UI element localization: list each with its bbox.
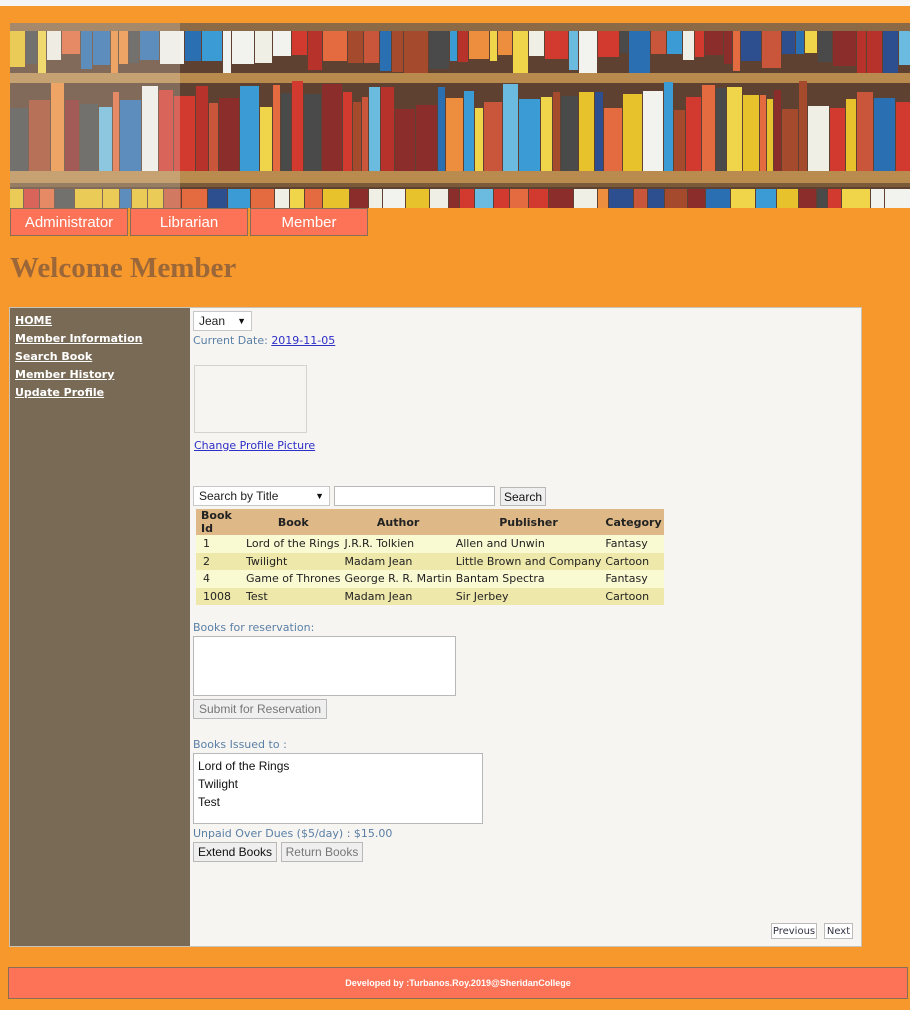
table-row[interactable]: 2 Twilight Madam Jean Little Brown and C… [196,552,664,570]
issued-books-listbox[interactable]: Lord of the Rings Twilight Test [193,753,483,824]
cell-publisher: Allen and Unwin [453,535,604,553]
issued-label: Books Issued to : [193,738,287,751]
current-date-value[interactable]: 2019-11-05 [271,334,335,347]
cell-publisher: Bantam Spectra [453,570,604,588]
tab-librarian[interactable]: Librarian [130,208,248,236]
unpaid-dues-amount: $15.00 [353,827,393,840]
profile-picture [194,365,307,433]
sidebar-item-home[interactable]: HOME [15,314,190,328]
list-item[interactable]: Test [198,793,478,811]
cell-publisher: Little Brown and Company [453,552,604,570]
next-button[interactable]: Next [824,923,853,939]
extend-books-button[interactable]: Extend Books [193,842,277,862]
main-panel: HOME Member Information Search Book Memb… [9,307,862,947]
cell-author: Madam Jean [342,552,454,570]
unpaid-dues-label: Unpaid Over Dues ($5/day) : [193,827,351,840]
table-row[interactable]: 4 Game of Thrones George R. R. Martin Ba… [196,570,664,588]
table-row[interactable]: 1 Lord of the Rings J.R.R. Tolkien Allen… [196,535,664,553]
search-mode-select[interactable]: Search by Title ▼ [193,486,330,506]
cell-category: Cartoon [603,587,664,605]
books-table-wrapper: Book Id Book Author Publisher Category 1… [196,509,664,605]
return-books-button[interactable]: Return Books [281,842,363,862]
tab-member[interactable]: Member [250,208,368,236]
unpaid-dues: Unpaid Over Dues ($5/day) : $15.00 [193,827,392,840]
cell-category: Cartoon [603,552,664,570]
content-area: Jean ▼ Current Date: 2019-11-05 Change P… [193,308,858,946]
search-mode-value: Search by Title [199,489,279,503]
cell-category: Fantasy [603,570,664,588]
table-header-row: Book Id Book Author Publisher Category [196,509,664,535]
search-input[interactable] [334,486,495,506]
reservation-listbox[interactable] [193,636,456,696]
column-header-publisher: Publisher [453,509,604,535]
sidebar-item-member-history[interactable]: Member History [15,368,190,382]
dropdown-arrow-icon: ▼ [237,316,246,326]
current-date: Current Date: 2019-11-05 [193,334,335,347]
column-header-book: Book [244,509,343,535]
role-tabs: Administrator Librarian Member [10,208,370,236]
cell-book: Game of Thrones [244,570,343,588]
tab-administrator[interactable]: Administrator [10,208,128,236]
cell-author: Madam Jean [342,587,454,605]
cell-book-id: 2 [196,552,244,570]
submit-reservation-button[interactable]: Submit for Reservation [193,699,327,719]
cell-author: J.R.R. Tolkien [342,535,454,553]
books-table: Book Id Book Author Publisher Category 1… [196,509,664,605]
dropdown-arrow-icon: ▼ [315,491,324,501]
cell-book-id: 4 [196,570,244,588]
member-select[interactable]: Jean ▼ [193,311,252,331]
page-title: Welcome Member [10,252,237,284]
cell-book-id: 1 [196,535,244,553]
cell-book: Lord of the Rings [244,535,343,553]
footer: Developed by :Turbanos.Roy.2019@Sheridan… [8,967,908,999]
table-row[interactable]: 1008 Test Madam Jean Sir Jerbey Cartoon [196,587,664,605]
current-date-label: Current Date: [193,334,268,347]
cell-author: George R. R. Martin [342,570,454,588]
cell-book: Twilight [244,552,343,570]
reservation-label: Books for reservation: [193,621,315,634]
sidebar-item-member-information[interactable]: Member Information [15,332,190,346]
sidebar-item-update-profile[interactable]: Update Profile [15,386,190,400]
sidebar-item-search-book[interactable]: Search Book [15,350,190,364]
page: Administrator Librarian Member Welcome M… [0,6,910,1010]
column-header-category: Category [603,509,664,535]
list-item[interactable]: Lord of the Rings [198,757,478,775]
cell-book-id: 1008 [196,587,244,605]
library-bookshelf-banner [10,23,910,208]
cell-publisher: Sir Jerbey [453,587,604,605]
list-item[interactable]: Twilight [198,775,478,793]
member-select-value: Jean [199,314,226,328]
sidebar: HOME Member Information Search Book Memb… [10,308,190,946]
search-button[interactable]: Search [500,487,546,506]
column-header-author: Author [342,509,454,535]
cell-book: Test [244,587,343,605]
previous-button[interactable]: Previous [771,923,817,939]
column-header-book-id: Book Id [196,509,244,535]
change-profile-picture-link[interactable]: Change Profile Picture [194,439,315,452]
cell-category: Fantasy [603,535,664,553]
